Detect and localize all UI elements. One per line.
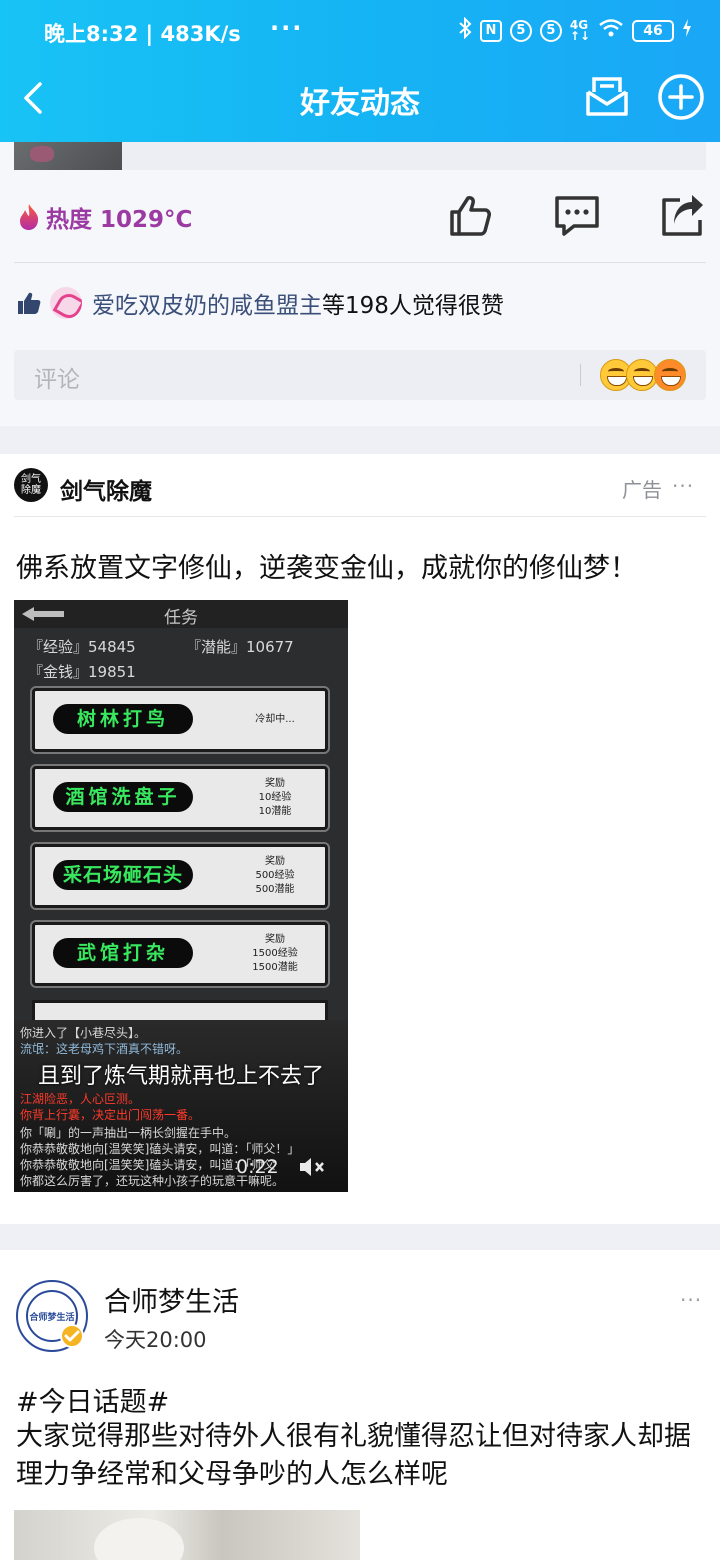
- avatar[interactable]: [50, 287, 82, 319]
- game-task-name: 武馆打杂: [53, 938, 193, 968]
- comment-icon[interactable]: [552, 192, 602, 240]
- ad-text: 佛系放置文字修仙，逆袭变金仙，成就你的修仙梦！: [16, 553, 637, 584]
- ad-account-name[interactable]: 剑气除魔: [60, 472, 152, 506]
- angry-emoji-icon[interactable]: [654, 359, 686, 391]
- game-task-reward: 奖励 1500经验 1500潜能: [235, 933, 315, 975]
- log-line: 江湖险恶，人心叵测。: [20, 1092, 141, 1106]
- reward-label: 奖励: [265, 778, 285, 789]
- reward-exp: 10经验: [258, 792, 292, 803]
- game-screen-title: 任务: [164, 608, 198, 628]
- network-4g-icon: 4G ↑↓: [569, 17, 590, 43]
- avatar-logo-text: 剑气除魔: [21, 474, 41, 496]
- bluetooth-icon: [458, 16, 472, 44]
- video-subtitle: 且到了炼气期就再也上不去了: [37, 1064, 324, 1089]
- reward-potential: 500潜能: [255, 884, 295, 895]
- message-box-icon[interactable]: [584, 74, 630, 120]
- post-text: 大家觉得那些对待外人很有礼貌懂得忍让但对待家人却据理力争经常和父母争吵的人怎么样…: [16, 1421, 691, 1490]
- like-filled-icon: [16, 290, 42, 316]
- previous-post-card: 热度 1029°C 爱吃双皮奶的咸鱼盟主 等198人觉得很赞 评论: [0, 142, 720, 426]
- status-time: 晚上8:32 | 483K/s: [44, 22, 241, 46]
- charging-icon: [682, 18, 692, 43]
- nfc-icon: N: [479, 19, 502, 42]
- log-line: 你恭恭敬敬地向[温笑笑]磕头请安，叫道：「师父！」: [20, 1142, 300, 1156]
- reward-exp: 500经验: [255, 870, 295, 881]
- game-task: [32, 1000, 328, 1020]
- ad-video[interactable]: 任务 『经验』54845 『潜能』10677 『金钱』19851 树林打鸟 冷却…: [14, 600, 348, 1192]
- previous-post-content: [122, 142, 706, 170]
- likes-count-text: 等198人觉得很赞: [322, 293, 504, 319]
- game-header: 任务: [14, 600, 348, 628]
- status-icons: N 5 5 4G ↑↓ 46: [458, 16, 692, 44]
- video-time: 0:22: [236, 1156, 279, 1178]
- game-stat-potential: 『潜能』10677: [186, 638, 294, 656]
- signal-5g-icon: 5: [509, 19, 532, 42]
- nav-bar: 好友动态: [0, 62, 720, 142]
- game-task: 酒馆洗盘子 奖励 10经验 10潜能: [32, 766, 328, 830]
- post-time: 今天20:00: [104, 1328, 207, 1352]
- reward-label: 奖励: [265, 856, 285, 867]
- game-stat-exp: 『经验』54845: [28, 638, 136, 656]
- post-image[interactable]: [14, 1510, 360, 1560]
- header: 晚上8:32 | 483K/s ··· N 5 5 4G ↑↓ 46 好友动态: [0, 0, 720, 142]
- avatar[interactable]: 剑气除魔: [14, 468, 48, 502]
- status-bar: 晚上8:32 | 483K/s ··· N 5 5 4G ↑↓ 46: [0, 0, 720, 62]
- add-icon[interactable]: [656, 72, 706, 122]
- signal-5g-icon-2: 5: [539, 19, 562, 42]
- game-task-name: 树林打鸟: [53, 704, 193, 734]
- previous-post-image[interactable]: [14, 142, 122, 170]
- game-task-name: 采石场砸石头: [53, 860, 193, 890]
- comment-placeholder: 评论: [34, 367, 80, 393]
- game-stat-money: 『金钱』19851: [28, 663, 136, 681]
- more-options-icon[interactable]: ···: [672, 474, 694, 498]
- game-task-reward: 奖励 500经验 500潜能: [235, 855, 315, 897]
- log-line: 你背上行囊，决定出门闯荡一番。: [20, 1108, 201, 1122]
- log-line: 你进入了【小巷尽头】。: [20, 1026, 147, 1040]
- battery-icon: 46: [632, 19, 674, 42]
- divider: [580, 364, 581, 386]
- divider: [14, 516, 706, 517]
- post-card: 合师梦生活 合师梦生活 今天20:00 ··· #今日话题# 大家觉得那些对待外…: [0, 1250, 720, 1560]
- liker-name[interactable]: 爱吃双皮奶的咸鱼盟主: [92, 286, 322, 320]
- game-task-reward: 奖励 10经验 10潜能: [235, 777, 315, 819]
- status-more-icon: ···: [270, 14, 304, 42]
- game-task: 武馆打杂 奖励 1500经验 1500潜能: [32, 922, 328, 986]
- game-task: 采石场砸石头 奖励 500经验 500潜能: [32, 844, 328, 908]
- log-line: 流氓：这老母鸡下酒真不错呀。: [20, 1042, 189, 1056]
- mute-icon[interactable]: [298, 1156, 326, 1178]
- avatar-logo-text: 合师梦生活: [29, 1313, 75, 1323]
- likes-summary[interactable]: 爱吃双皮奶的咸鱼盟主 等198人觉得很赞: [16, 286, 504, 320]
- heat-indicator: 热度 1029°C: [16, 200, 192, 234]
- wifi-icon: [598, 18, 624, 43]
- ad-badge: 广告: [622, 478, 662, 502]
- flame-icon: [16, 202, 42, 232]
- more-options-icon[interactable]: ···: [680, 1288, 702, 1312]
- comment-input[interactable]: 评论: [14, 350, 706, 400]
- reward-label: 奖励: [265, 934, 285, 945]
- post-author-name[interactable]: 合师梦生活: [104, 1280, 239, 1319]
- ad-post-card: 剑气除魔 剑气除魔 广告 ··· 佛系放置文字修仙，逆袭变金仙，成就你的修仙梦！…: [0, 454, 720, 1224]
- reward-potential: 1500潜能: [252, 962, 298, 973]
- reward-exp: 1500经验: [252, 948, 298, 959]
- log-line: 你「唰」的一声抽出一柄长剑握在手中。: [20, 1126, 237, 1140]
- divider: [14, 262, 706, 263]
- game-task: 树林打鸟 冷却中...: [32, 688, 328, 752]
- game-task-reward: 冷却中...: [255, 714, 295, 725]
- heat-text: 热度 1029°C: [46, 207, 193, 233]
- game-task-name: 酒馆洗盘子: [53, 782, 193, 812]
- reward-potential: 10潜能: [258, 806, 292, 817]
- post-topic[interactable]: #今日话题#: [16, 1380, 169, 1419]
- verified-badge-icon: [60, 1324, 84, 1348]
- like-icon[interactable]: [446, 192, 494, 240]
- share-icon[interactable]: [658, 192, 706, 240]
